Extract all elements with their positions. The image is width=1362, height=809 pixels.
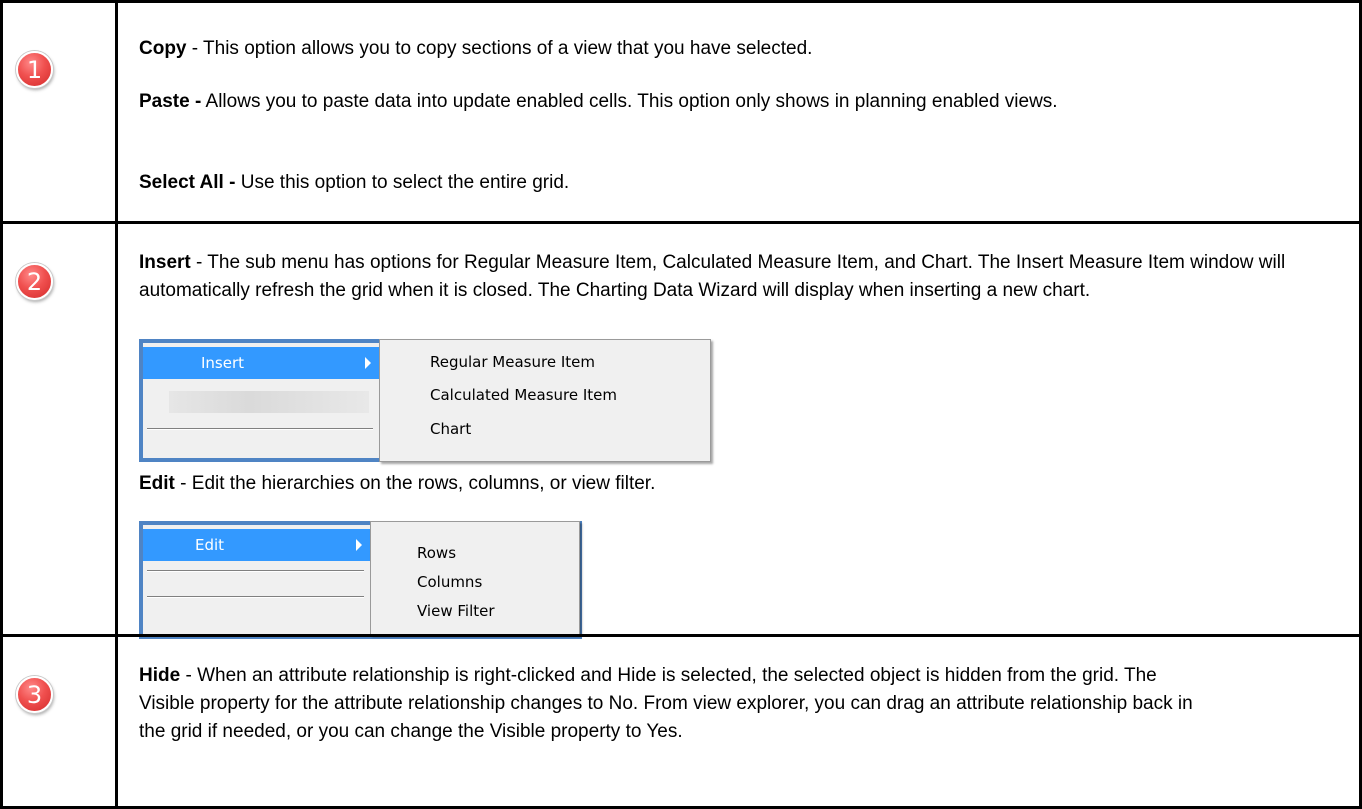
edit-label: Edit [195, 536, 225, 554]
context-menu: Insert [143, 343, 379, 458]
insert-label: Insert [201, 354, 245, 372]
paste-description: Paste - Allows you to paste data into up… [139, 91, 1058, 112]
edit-menu-item[interactable]: Edit [143, 529, 370, 561]
columns-option[interactable]: Columns [417, 573, 482, 591]
regular-measure-item-option[interactable]: Regular Measure Item [430, 353, 595, 371]
insert-menu-screenshot: Insert Regular Measure Item Calculated M… [139, 339, 711, 462]
step-1-badge-icon: 1 [16, 51, 53, 88]
step-2-badge-icon: 2 [16, 263, 53, 300]
copy-description: Copy - This option allows you to copy se… [139, 38, 813, 59]
edit-submenu: Rows Columns View Filter [370, 521, 580, 635]
submenu-arrow-icon [365, 357, 371, 369]
context-menu: Edit [143, 525, 370, 635]
number-cell: 3 [3, 637, 118, 806]
number-cell: 1 [3, 3, 118, 224]
insert-menu-item[interactable]: Insert [143, 347, 379, 379]
step-3-badge-icon: 3 [16, 676, 53, 713]
table-row-1: 1 Copy - This option allows you to copy … [0, 0, 1362, 224]
hide-description: Hide - When an attribute relationship is… [139, 665, 1193, 742]
chart-option[interactable]: Chart [430, 420, 471, 438]
menu-separator [147, 596, 364, 598]
blurred-menu-item [169, 391, 369, 413]
select-all-description: Select All - Use this option to select t… [139, 172, 570, 193]
edit-menu-screenshot: Edit Rows Columns View Filter [139, 521, 582, 639]
view-filter-option[interactable]: View Filter [417, 602, 495, 620]
rows-option[interactable]: Rows [417, 544, 456, 562]
submenu-arrow-icon [356, 539, 362, 551]
table-row-2: 2 Insert - The sub menu has options for … [0, 221, 1362, 639]
menu-separator [147, 428, 373, 430]
options-table: 1 Copy - This option allows you to copy … [0, 0, 1362, 809]
calculated-measure-item-option[interactable]: Calculated Measure Item [430, 386, 617, 404]
menu-separator [147, 570, 364, 572]
table-row-3: 3 Hide - When an attribute relationship … [0, 634, 1362, 809]
insert-description: Insert - The sub menu has options for Re… [139, 252, 1286, 301]
number-cell: 2 [3, 224, 118, 637]
edit-description: Edit - Edit the hierarchies on the rows,… [139, 473, 656, 494]
insert-submenu: Regular Measure Item Calculated Measure … [379, 339, 711, 462]
